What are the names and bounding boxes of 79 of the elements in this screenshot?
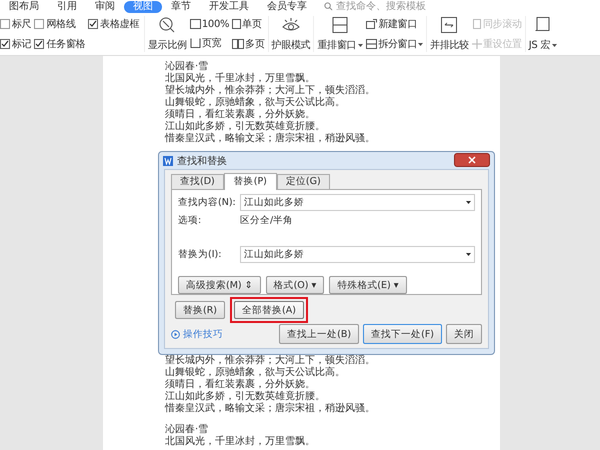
replace-button[interactable]: 全部替换(A) bbox=[234, 301, 304, 319]
caret-icon bbox=[466, 252, 471, 256]
poem-line: 望长城内外，惟余莽莽；大河上下，顿失滔滔。 bbox=[165, 355, 376, 366]
poem-line: 北国风光，千里冰封，万里雪飘。 bbox=[165, 73, 316, 84]
field-label: 查找内容(N): bbox=[178, 196, 237, 208]
poem-line: 江山如此多娇，引无数英雄竟折腰。 bbox=[165, 391, 326, 402]
dialog-button[interactable]: 查找上一处(B) bbox=[279, 324, 360, 344]
tips-link[interactable]: 操作技巧 bbox=[171, 328, 223, 340]
field-label: 替换为(I): bbox=[178, 248, 222, 260]
close-icon bbox=[468, 156, 476, 164]
search-field[interactable]: 查找命令、搜索模板 bbox=[324, 1, 466, 12]
poem-line: 山舞银蛇，原驰蜡象，欲与天公试比高。 bbox=[165, 97, 346, 108]
rearrange-window-button[interactable]: 重排窗口 bbox=[317, 16, 364, 52]
options-value: 区分全/半角 bbox=[240, 214, 294, 226]
poem-line: 望长城内外，惟余莽莽；大河上下，顿失滔滔。 bbox=[165, 85, 376, 96]
single-page-button[interactable]: 单页 bbox=[232, 17, 265, 31]
split-window-button[interactable]: 拆分窗口 bbox=[366, 37, 424, 51]
option-button[interactable]: 高级搜索(M) ⇕ bbox=[178, 276, 261, 294]
split-window-icon bbox=[366, 39, 378, 49]
poem-line: 山舞银蛇，原驰蜡象，欲与天公试比高。 bbox=[165, 367, 346, 378]
poem-line: 江山如此多娇，引无数英雄竟折腰。 bbox=[165, 121, 326, 132]
caret-icon bbox=[358, 44, 364, 46]
new-window-icon bbox=[366, 19, 378, 29]
poem-line: 惜秦皇汉武，略输文采；唐宗宋祖，稍逊风骚。 bbox=[165, 133, 376, 145]
menu-tab[interactable]: 会员专享 bbox=[258, 0, 316, 12]
replace-field[interactable]: 江山如此多娇 bbox=[240, 246, 475, 262]
poem-title: 沁园春·雪 bbox=[165, 61, 210, 72]
checkbox-label: 标尺 bbox=[12, 18, 32, 31]
page-icon bbox=[232, 19, 242, 29]
checkbox[interactable] bbox=[88, 19, 98, 29]
poem-line: 须晴日，看红装素裹，分外妖娆。 bbox=[165, 379, 316, 390]
dialog-tab[interactable]: 定位(G) bbox=[276, 174, 330, 189]
dialog-button[interactable]: 关闭 bbox=[446, 324, 482, 344]
dialog-tab[interactable]: 查找(D) bbox=[171, 174, 224, 189]
menu-tab[interactable]: 开发工具 bbox=[200, 0, 258, 12]
field-label: 选项: bbox=[178, 214, 202, 226]
eye-mode-button[interactable]: 护眼模式 bbox=[272, 16, 310, 52]
menu-tab[interactable]: 章节 bbox=[162, 0, 200, 12]
caret-icon bbox=[466, 200, 471, 204]
search-icon bbox=[324, 2, 333, 11]
frame-icon bbox=[190, 19, 201, 29]
menu-tab[interactable]: 图布局 bbox=[0, 0, 48, 12]
multi-page-button[interactable]: 多页 bbox=[232, 37, 265, 51]
macro-button[interactable]: JS 宏 bbox=[528, 16, 557, 52]
compare-icon bbox=[440, 16, 458, 34]
poem-line: 北国风光，千里冰封，万里雪飘。 bbox=[165, 436, 316, 448]
checkbox-label: 网格线 bbox=[46, 18, 76, 31]
page-width-icon bbox=[190, 38, 201, 48]
new-window-button[interactable]: 新建窗口 bbox=[366, 17, 424, 31]
checkbox[interactable] bbox=[34, 19, 44, 29]
menu-tab[interactable]: 审阅 bbox=[86, 0, 124, 12]
zoom-100-button[interactable]: 100% bbox=[190, 18, 230, 30]
two-pages-icon bbox=[232, 39, 244, 49]
poem-line: 惜秦皇汉武，略输文采；唐宗宋祖，稍逊风骚。 bbox=[165, 403, 376, 415]
menu-tab[interactable]: 引用 bbox=[48, 0, 86, 12]
caret-icon bbox=[418, 42, 424, 46]
dialog-title: 查找和替换 bbox=[177, 154, 227, 168]
replace-button[interactable]: 替换(R) bbox=[175, 301, 226, 319]
page-width-button[interactable]: 页宽 bbox=[190, 36, 230, 50]
dialog-button[interactable]: 查找下一处(F) bbox=[363, 324, 442, 344]
checkbox[interactable] bbox=[34, 39, 44, 49]
zoom-button[interactable]: 显示比例 bbox=[148, 16, 187, 52]
window-icon bbox=[331, 16, 350, 34]
caret-icon bbox=[552, 44, 557, 46]
poem-line: 须晴日，看红装素裹，分外妖娆。 bbox=[165, 109, 316, 120]
checkbox[interactable] bbox=[0, 39, 10, 49]
checkbox[interactable] bbox=[0, 19, 10, 29]
close-button[interactable] bbox=[454, 153, 490, 167]
option-button[interactable]: 格式(O) ▾ bbox=[266, 276, 324, 294]
option-button[interactable]: 特殊格式(E) ▾ bbox=[329, 276, 406, 294]
dialog-tab[interactable]: 替换(P) bbox=[224, 173, 277, 190]
magnifier-icon bbox=[158, 16, 176, 34]
checkbox-label: 任务窗格 bbox=[46, 38, 86, 51]
side-by-side-button[interactable]: 并排比较 bbox=[430, 16, 469, 52]
checkbox-label: 标记 bbox=[12, 38, 32, 51]
poem-title: 沁园春·雪 bbox=[165, 424, 210, 436]
find-field[interactable]: 江山如此多娇 bbox=[240, 194, 475, 210]
play-icon bbox=[171, 330, 180, 338]
checkbox-label: 表格虚框 bbox=[100, 18, 140, 31]
